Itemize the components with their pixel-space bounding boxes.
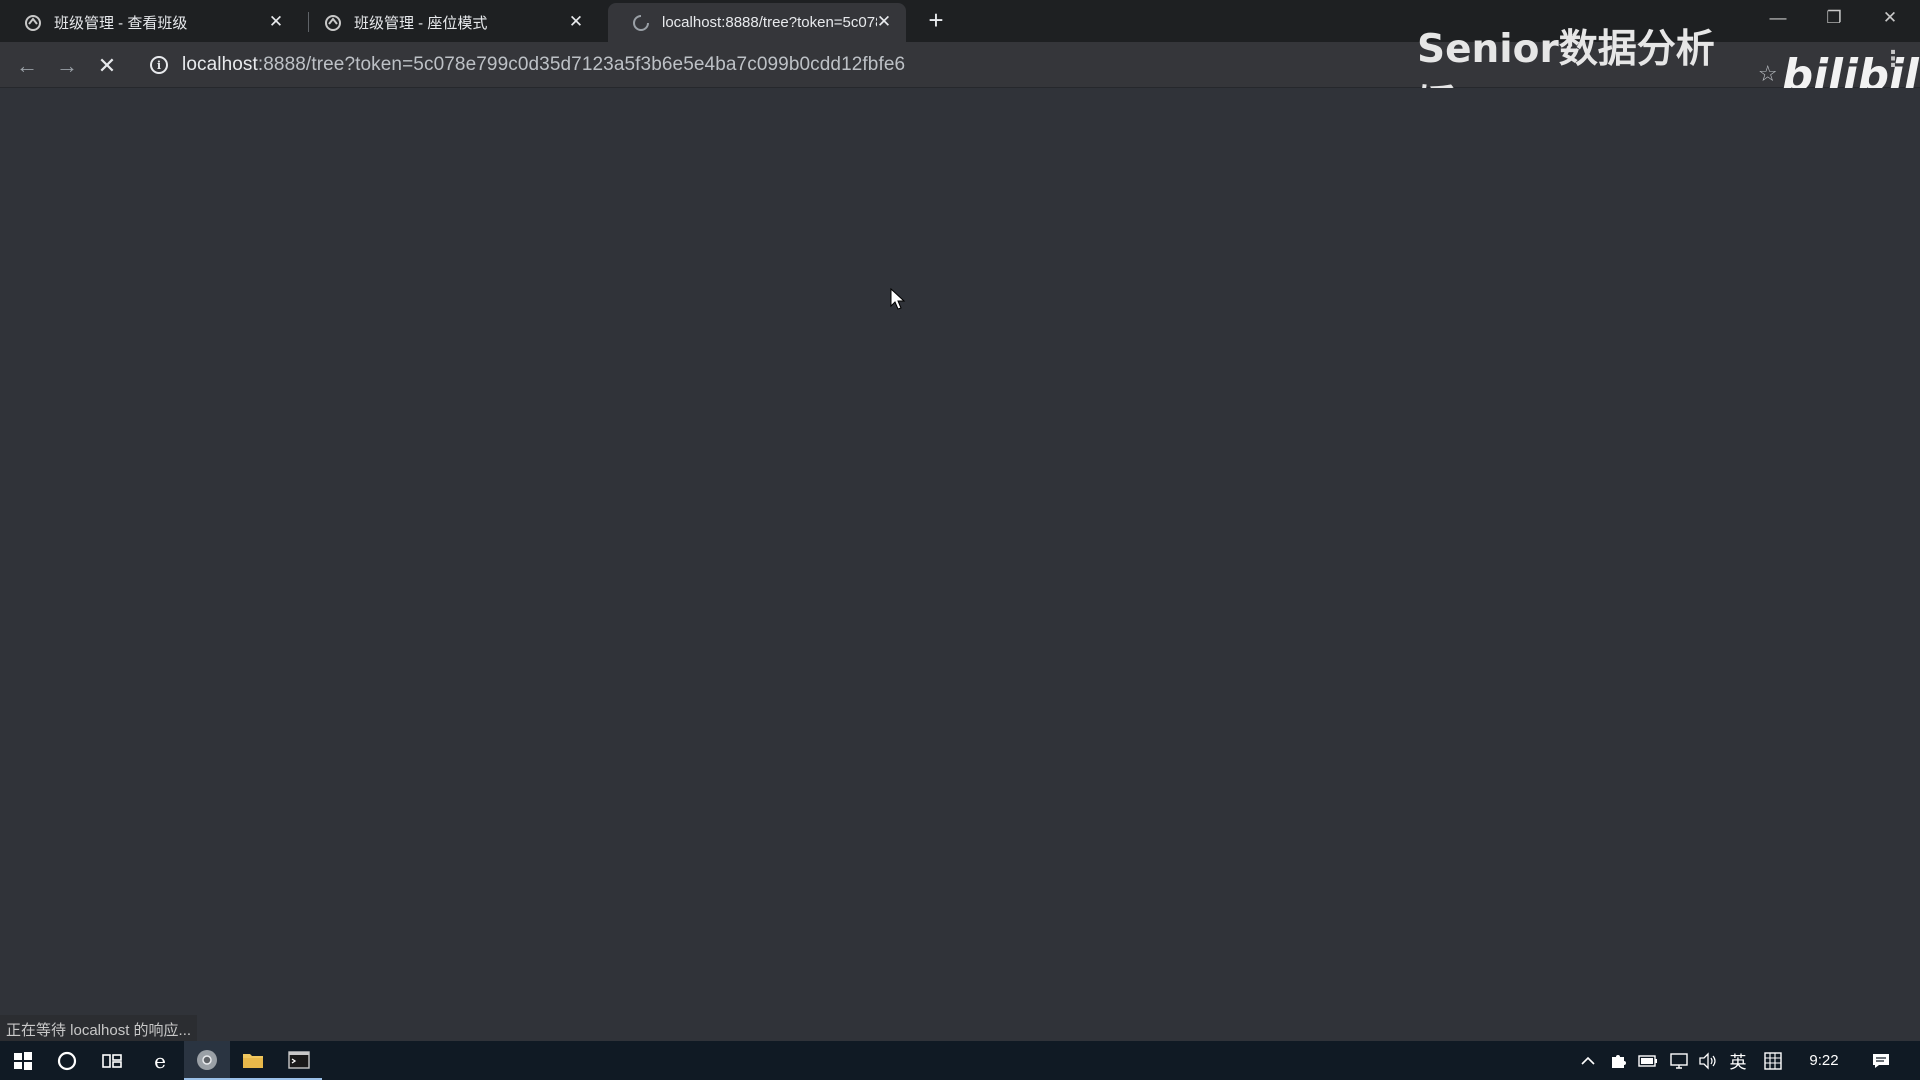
minimize-button[interactable]: — bbox=[1750, 0, 1806, 36]
tab-title: 班级管理 - 查看班级 bbox=[54, 15, 188, 32]
task-view-button[interactable] bbox=[89, 1041, 135, 1080]
stop-loading-button[interactable]: ✕ bbox=[91, 50, 123, 82]
chrome-taskbar-button[interactable] bbox=[184, 1041, 230, 1080]
tab-title: localhost:8888/tree?token=5c078e799c0d35… bbox=[662, 14, 877, 31]
url-host: localhost bbox=[182, 54, 258, 75]
site-favicon-icon bbox=[325, 14, 341, 31]
battery-icon bbox=[1638, 1054, 1657, 1067]
volume-tray-button[interactable] bbox=[1696, 1041, 1720, 1080]
loading-spinner-icon bbox=[633, 14, 649, 31]
loading-status-bar: 正在等待 localhost 的响应... bbox=[0, 1015, 198, 1041]
tab-close-icon[interactable]: ✕ bbox=[266, 12, 286, 32]
address-bar[interactable]: i localhost:8888/tree?token=5c078e799c0d… bbox=[140, 48, 1390, 82]
ime-mode-button[interactable] bbox=[1760, 1041, 1786, 1080]
tab-class-view[interactable]: 班级管理 - 查看班级 ✕ bbox=[0, 3, 298, 42]
edge-browser-button[interactable]: e bbox=[137, 1041, 183, 1080]
network-icon bbox=[1670, 1052, 1688, 1069]
tab-title: 班级管理 - 座位模式 bbox=[354, 15, 488, 32]
start-button[interactable] bbox=[0, 1041, 46, 1080]
tab-close-icon[interactable]: ✕ bbox=[566, 12, 586, 32]
tab-close-icon[interactable]: ✕ bbox=[874, 12, 894, 32]
site-info-icon[interactable]: i bbox=[150, 56, 168, 74]
action-center-button[interactable] bbox=[1866, 1041, 1896, 1080]
tab-seat-mode[interactable]: 班级管理 - 座位模式 ✕ bbox=[300, 3, 598, 42]
ime-indicator[interactable]: 英 bbox=[1726, 1041, 1750, 1080]
back-button[interactable]: ← bbox=[11, 50, 43, 82]
browser-menu-icon[interactable]: ⋮ bbox=[1882, 48, 1904, 70]
file-explorer-button[interactable] bbox=[230, 1041, 276, 1080]
taskbar: e 英 9:22 bbox=[0, 1041, 1920, 1080]
speaker-icon bbox=[1699, 1051, 1716, 1070]
url-path: :8888/tree?token=5c078e799c0d35d7123a5f3… bbox=[257, 54, 906, 75]
browser-window: 班级管理 - 查看班级 ✕ 班级管理 - 座位模式 ✕ localhost:88… bbox=[0, 0, 1920, 1041]
chevron-up-icon bbox=[1581, 1056, 1595, 1065]
tab-localhost[interactable]: localhost:8888/tree?token=5c078e799c0d35… bbox=[608, 3, 906, 42]
search-circle-icon bbox=[57, 1051, 77, 1070]
new-tab-button[interactable]: + bbox=[922, 6, 950, 34]
puzzle-icon bbox=[1612, 1054, 1626, 1068]
terminal-button[interactable] bbox=[276, 1041, 322, 1080]
network-tray-button[interactable] bbox=[1666, 1041, 1692, 1080]
tray-app-icon[interactable] bbox=[1606, 1041, 1630, 1080]
taskbar-clock[interactable]: 9:22 bbox=[1796, 1041, 1852, 1080]
bookmark-star-icon[interactable]: ☆ bbox=[1758, 61, 1778, 87]
url-text: localhost:8888/tree?token=5c078e799c0d35… bbox=[182, 54, 905, 76]
chrome-icon bbox=[197, 1049, 217, 1070]
page-content: 正在等待 localhost 的响应... bbox=[0, 88, 1920, 1041]
site-favicon-icon bbox=[25, 14, 41, 31]
cortana-button[interactable] bbox=[44, 1041, 90, 1080]
task-view-icon bbox=[102, 1053, 122, 1068]
forward-button[interactable]: → bbox=[51, 50, 83, 82]
windows-logo-icon bbox=[14, 1051, 32, 1070]
folder-icon bbox=[243, 1053, 263, 1068]
battery-tray-button[interactable] bbox=[1636, 1041, 1660, 1080]
terminal-icon bbox=[288, 1050, 310, 1069]
mouse-cursor-icon bbox=[890, 288, 906, 310]
restore-button[interactable]: ❐ bbox=[1806, 0, 1862, 36]
keyboard-grid-icon bbox=[1764, 1051, 1782, 1070]
notification-icon bbox=[1873, 1053, 1889, 1068]
edge-icon: e bbox=[154, 1048, 166, 1073]
show-hidden-icons-button[interactable] bbox=[1576, 1041, 1600, 1080]
close-window-button[interactable]: ✕ bbox=[1862, 0, 1918, 36]
